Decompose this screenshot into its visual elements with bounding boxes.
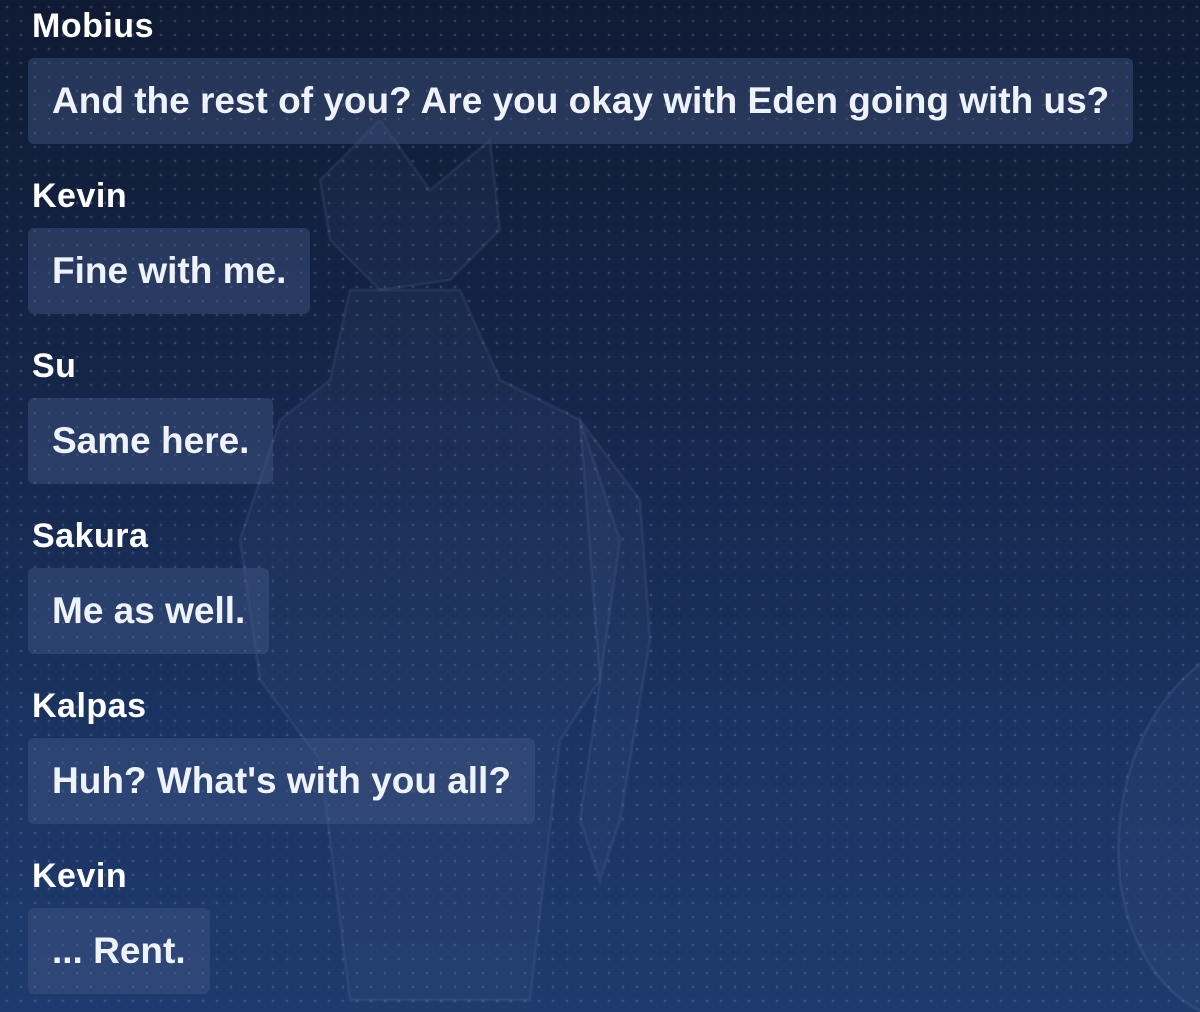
dotted-background-pattern bbox=[0, 0, 1200, 1012]
dialogue-bubble: ... Rent. bbox=[28, 908, 210, 994]
speaker-name: Su bbox=[32, 347, 77, 385]
dialogue-bubble: Huh? What's with you all? bbox=[28, 738, 535, 824]
speaker-name: Mobius bbox=[32, 7, 154, 45]
background-figure-silhouette bbox=[1117, 662, 1200, 1012]
speaker-name: Sakura bbox=[32, 517, 149, 555]
speaker-name: Kevin bbox=[32, 177, 128, 215]
dialogue-bubble: And the rest of you? Are you okay with E… bbox=[28, 58, 1134, 144]
dialogue-bubble: Me as well. bbox=[28, 568, 270, 654]
dialogue-bubble: Fine with me. bbox=[28, 228, 311, 314]
speaker-name: Kalpas bbox=[32, 687, 147, 725]
speaker-name: Kevin bbox=[32, 857, 128, 895]
dialogue-bubble: Same here. bbox=[28, 398, 274, 484]
